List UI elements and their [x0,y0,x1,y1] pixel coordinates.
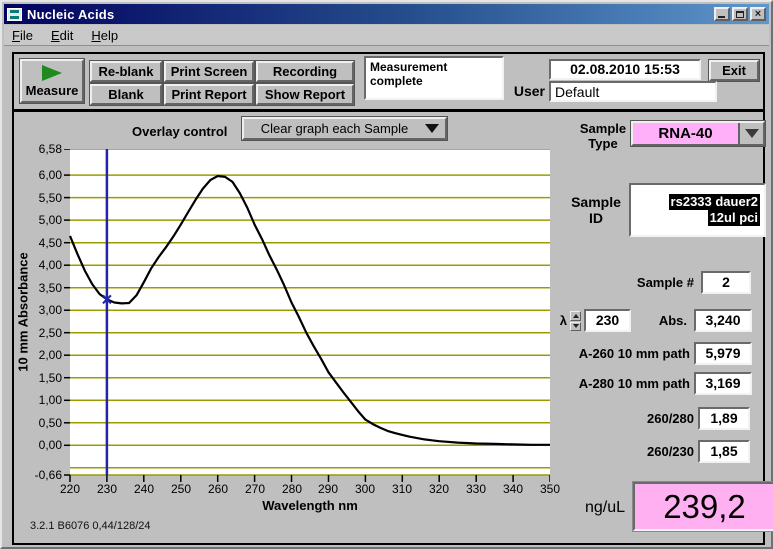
x-tick-label: 310 [391,482,413,496]
y-tick-label: 4,50 [38,236,62,250]
window-title: Nucleic Acids [27,6,115,22]
title-bar[interactable]: Nucleic Acids × [4,4,769,24]
user-label: User [513,83,545,99]
sample-id-label: Sample ID [571,194,621,226]
measurement-status: Measurement complete [364,56,504,100]
user-field[interactable]: Default [549,81,717,102]
concentration-unit-label: ng/uL [584,499,626,516]
sample-id-line1: rs2333 dauer2 [668,194,760,210]
y-tick-label: 3,00 [38,303,62,317]
spectrum-plot [64,149,550,482]
sample-number-value: 2 [701,271,751,294]
lambda-spinner[interactable] [570,311,581,331]
x-tick-label: 240 [133,482,155,496]
y-tick-label: 4,00 [38,258,62,272]
y-tick-label: 5,50 [38,191,62,205]
y-tick-label: 0,00 [38,438,62,452]
main-area: Overlay control Clear graph each Sample … [14,112,773,542]
x-tick-label: 260 [207,482,229,496]
a280-value: 3,169 [694,372,752,395]
x-tick-label: 320 [428,482,450,496]
y-tick-label: 2,00 [38,348,62,362]
x-tick-label: 250 [170,482,192,496]
y-tick-labels: 6,58 6,00 5,50 5,00 4,50 4,00 3,50 3,00 2,50 2,00… [16,142,62,489]
x-tick-labels: 220 230 240 250 260 270 280 290 300 310 320 330 340 3… [14,482,574,498]
menu-help[interactable]: Help [91,28,118,43]
lambda-label: λ [559,313,567,328]
sample-type-arrow-button[interactable] [738,123,763,144]
lambda-field[interactable]: 230 [584,309,631,332]
menu-edit[interactable]: Edit [51,28,73,43]
app-icon [7,7,22,21]
sample-id-field[interactable]: rs2333 dauer2 12ul pci [629,183,766,237]
toolbar: Measure Re-blank Blank Print Screen Prin… [14,54,763,112]
chevron-down-icon [744,129,759,138]
x-tick-label: 340 [502,482,524,496]
x-tick-label: 220 [59,482,81,496]
sample-id-line2: 12ul pci [707,210,760,226]
sample-type-dropdown[interactable]: RNA-40 [631,121,765,146]
y-tick-label: 2,50 [38,326,62,340]
y-tick-label: 0,50 [38,416,62,430]
spinner-up-button[interactable] [570,311,581,321]
datetime-display: 02.08.2010 15:53 [549,59,701,80]
y-tick-label: 1,50 [38,371,62,385]
sample-number-label: Sample # [636,275,694,290]
ratio-260-230-value: 1,85 [698,440,750,463]
maximize-button[interactable] [732,7,748,21]
ratio-260-230-label: 260/230 [647,444,694,459]
show-report-button[interactable]: Show Report [256,84,354,105]
maximize-icon [736,10,744,18]
sample-type-value: RNA-40 [633,123,738,144]
recording-button[interactable]: Recording [256,61,354,82]
y-tick-label: 6,58 [38,142,62,156]
x-tick-label: 280 [281,482,303,496]
overlay-control-value: Clear graph each Sample [260,121,409,136]
blank-button[interactable]: Blank [90,84,162,105]
exit-button[interactable]: Exit [709,60,759,81]
y-tick-label: -0,66 [34,468,62,482]
overlay-control-dropdown[interactable]: Clear graph each Sample [242,117,447,140]
x-tick-label: 230 [96,482,118,496]
a260-label: A-260 10 mm path [578,346,690,361]
x-tick-label: 290 [317,482,339,496]
minimize-icon [718,16,725,18]
app-window: Nucleic Acids × File Edit Help Measure R… [0,0,773,549]
y-tick-label: 5,00 [38,213,62,227]
y-tick-label: 3,50 [38,281,62,295]
measure-play-icon [42,64,62,81]
arrow-up-icon [572,313,579,318]
chevron-down-icon [425,124,439,133]
x-tick-label: 270 [244,482,266,496]
arrow-down-icon [572,324,579,329]
print-report-button[interactable]: Print Report [164,84,254,105]
close-button[interactable]: × [750,7,766,21]
x-tick-label: 300 [354,482,376,496]
overlay-control-label: Overlay control [132,124,228,139]
content-frame: Measure Re-blank Blank Print Screen Prin… [12,52,773,545]
sample-type-label: Sample Type [579,121,627,151]
a260-value: 5,979 [694,342,752,365]
spinner-down-button[interactable] [570,321,581,331]
minimize-button[interactable] [714,7,730,21]
x-axis-title: Wavelength nm [262,498,358,513]
x-tick-label: 330 [465,482,487,496]
menu-bar: File Edit Help [4,25,769,46]
version-text: 3.2.1 B6076 0,44/128/24 [30,520,151,532]
abs-value: 3,240 [694,309,752,332]
menu-file[interactable]: File [12,28,33,43]
x-tick-label: 350 [539,482,561,496]
y-tick-label: 6,00 [38,168,62,182]
measure-button[interactable]: Measure [20,59,84,103]
print-screen-button[interactable]: Print Screen [164,61,254,82]
ratio-260-280-label: 260/280 [647,411,694,426]
concentration-value: 239,2 [633,482,773,531]
a280-label: A-280 10 mm path [578,376,690,391]
reblank-button[interactable]: Re-blank [90,61,162,82]
ratio-260-280-value: 1,89 [698,407,750,430]
y-tick-label: 1,00 [38,393,62,407]
close-icon: × [754,7,762,20]
measure-label: Measure [25,82,79,98]
abs-label: Abs. [658,313,687,328]
